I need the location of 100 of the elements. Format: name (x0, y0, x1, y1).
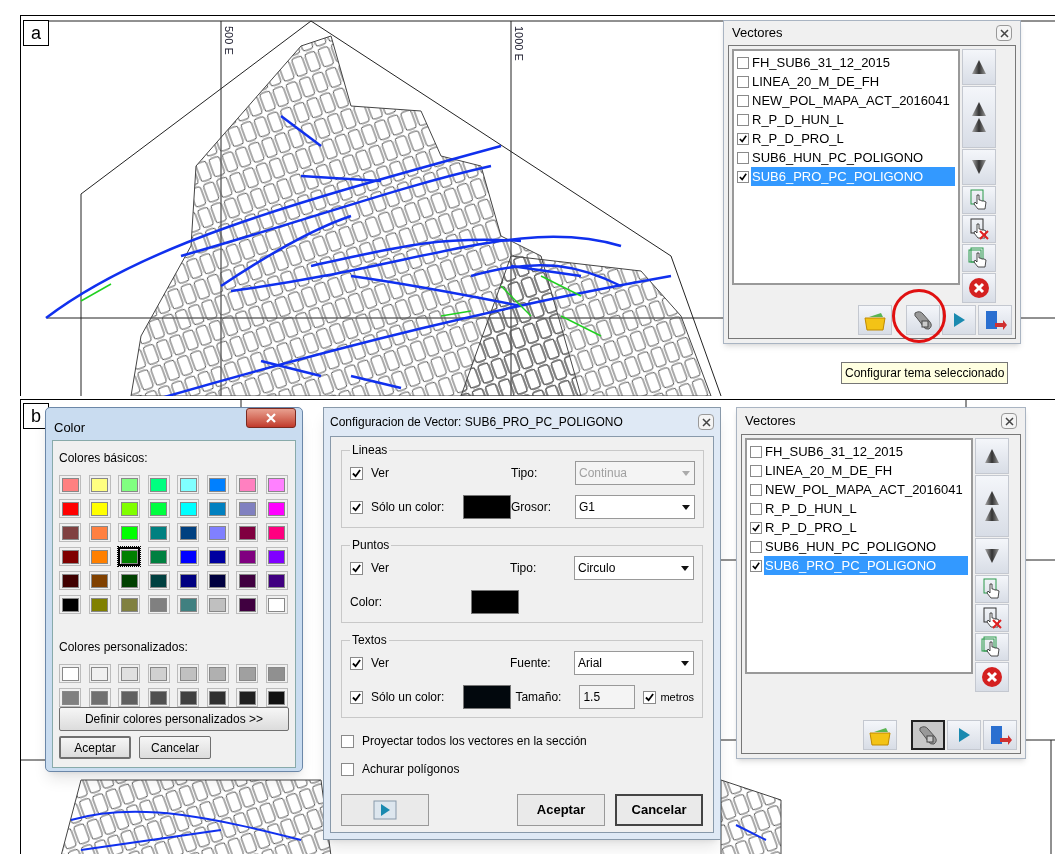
checkbox[interactable] (350, 656, 363, 670)
move-up-button[interactable] (962, 49, 996, 85)
field-label: Ver (371, 655, 389, 672)
color-sample[interactable] (463, 495, 511, 519)
axis-label: 1000 E (513, 26, 525, 61)
play-icon (957, 727, 971, 743)
layer-item[interactable]: R_P_D_PRO_L (764, 517, 968, 538)
exit-button[interactable] (983, 720, 1017, 750)
move-top-button[interactable] (962, 86, 996, 148)
layer-item[interactable]: NEW_POL_MAPA_ACT_2016041 (764, 479, 968, 500)
layer-item[interactable]: SUB6_HUN_PC_POLIGONO (751, 147, 955, 168)
layer-checkbox[interactable] (737, 151, 749, 164)
hand-icon (981, 578, 1003, 600)
checkbox[interactable] (350, 466, 363, 480)
apply-button[interactable] (947, 720, 981, 750)
layer-checkbox[interactable] (737, 132, 749, 145)
dialog-button[interactable]: Aceptar (59, 736, 131, 759)
checkbox[interactable] (350, 500, 363, 514)
close-icon (266, 413, 276, 423)
exit-button[interactable] (978, 305, 1012, 335)
dropdown[interactable]: Arial (574, 651, 694, 675)
field-label: Sólo un color: (371, 499, 446, 516)
field-label: metros (660, 689, 694, 705)
dialog-button[interactable]: Cancelar (615, 794, 703, 826)
deselect-button[interactable] (962, 215, 996, 243)
dialog-button[interactable]: Aceptar (517, 794, 605, 826)
layer-checkbox[interactable] (750, 540, 762, 553)
exit-icon (988, 724, 1012, 746)
hand-copy-icon (968, 247, 990, 269)
layer-checkbox[interactable] (750, 483, 762, 496)
layer-checkbox[interactable] (750, 521, 762, 534)
axis-label: 500 E (223, 26, 235, 55)
layer-checkbox[interactable] (737, 56, 749, 69)
window-title: Vectores (732, 24, 783, 43)
down-arrow-icon (970, 158, 988, 176)
layer-checkbox[interactable] (750, 502, 762, 515)
close-button[interactable] (698, 414, 714, 430)
dropdown[interactable]: Circulo (574, 556, 694, 580)
dropdown-value: Circulo (577, 560, 617, 577)
wrench-icon (917, 724, 939, 746)
section-label: Colores básicos: (59, 450, 149, 467)
window-title: Configuracion de Vector: SUB6_PRO_PC_POLIGONO (330, 414, 623, 431)
field-label: Tipo: (511, 465, 539, 482)
color-sample[interactable] (471, 590, 519, 614)
add-layer-button[interactable] (858, 305, 892, 335)
close-button[interactable] (1001, 413, 1017, 429)
close-button[interactable] (996, 25, 1012, 41)
layer-checkbox[interactable] (750, 559, 762, 572)
layer-checkbox[interactable] (737, 75, 749, 88)
layer-checkbox[interactable] (737, 113, 749, 126)
caret-icon (682, 504, 690, 510)
preview-button[interactable] (341, 794, 429, 826)
layer-checkbox[interactable] (737, 94, 749, 107)
checkbox[interactable] (341, 734, 354, 748)
section-label: Colores personalizados: (59, 639, 189, 656)
layer-item[interactable]: R_P_D_HUN_L (751, 109, 955, 130)
delete-button[interactable] (962, 273, 996, 303)
move-down-button[interactable] (975, 538, 1009, 574)
delete-icon (968, 277, 990, 299)
select-button[interactable] (975, 575, 1009, 603)
layer-checkbox[interactable] (737, 170, 749, 183)
checkbox[interactable] (350, 690, 363, 704)
copy-button[interactable] (962, 244, 996, 272)
dialog-button[interactable]: Cancelar (139, 736, 211, 759)
add-layer-button[interactable] (863, 720, 897, 750)
size-field[interactable]: 1.5 (579, 685, 636, 709)
copy-button[interactable] (975, 633, 1009, 661)
hand-copy-icon (981, 636, 1003, 658)
move-down-button[interactable] (962, 149, 996, 185)
delete-button[interactable] (975, 662, 1009, 692)
checkbox[interactable] (643, 690, 657, 704)
hand-cross-icon (981, 607, 1003, 629)
color-sample[interactable] (463, 685, 511, 709)
layer-item[interactable]: R_P_D_HUN_L (764, 498, 968, 519)
layer-item[interactable]: LINEA_20_M_DE_FH (764, 460, 968, 481)
move-top-button[interactable] (975, 475, 1009, 537)
move-up-button[interactable] (975, 438, 1009, 474)
define-colors-button[interactable]: Definir colores personalizados >> (59, 707, 289, 731)
hand-icon (968, 189, 990, 211)
layer-checkbox[interactable] (750, 464, 762, 477)
trace-line (735, 824, 767, 841)
layer-item[interactable]: R_P_D_PRO_L (751, 128, 955, 149)
dropdown-value: Arial (577, 655, 603, 672)
close-button[interactable] (246, 408, 296, 428)
deselect-button[interactable] (975, 604, 1009, 632)
layer-item[interactable]: FH_SUB6_31_12_2015 (764, 441, 968, 462)
layer-item[interactable]: FH_SUB6_31_12_2015 (751, 52, 955, 73)
dropdown[interactable]: G1 (575, 495, 695, 519)
group-title: Lineas (351, 442, 389, 459)
option-label: Proyectar todos los vectores en la sección (362, 733, 587, 750)
select-button[interactable] (962, 186, 996, 214)
apply-button[interactable] (942, 305, 976, 335)
checkbox[interactable] (341, 762, 354, 776)
configure-button[interactable] (911, 720, 945, 750)
layer-item[interactable]: SUB6_HUN_PC_POLIGONO (764, 536, 968, 557)
layer-item[interactable]: LINEA_20_M_DE_FH (751, 71, 955, 92)
layer-checkbox[interactable] (750, 445, 762, 458)
checkbox[interactable] (350, 561, 363, 575)
caret-icon (682, 470, 690, 476)
layer-item[interactable]: NEW_POL_MAPA_ACT_2016041 (751, 90, 955, 111)
